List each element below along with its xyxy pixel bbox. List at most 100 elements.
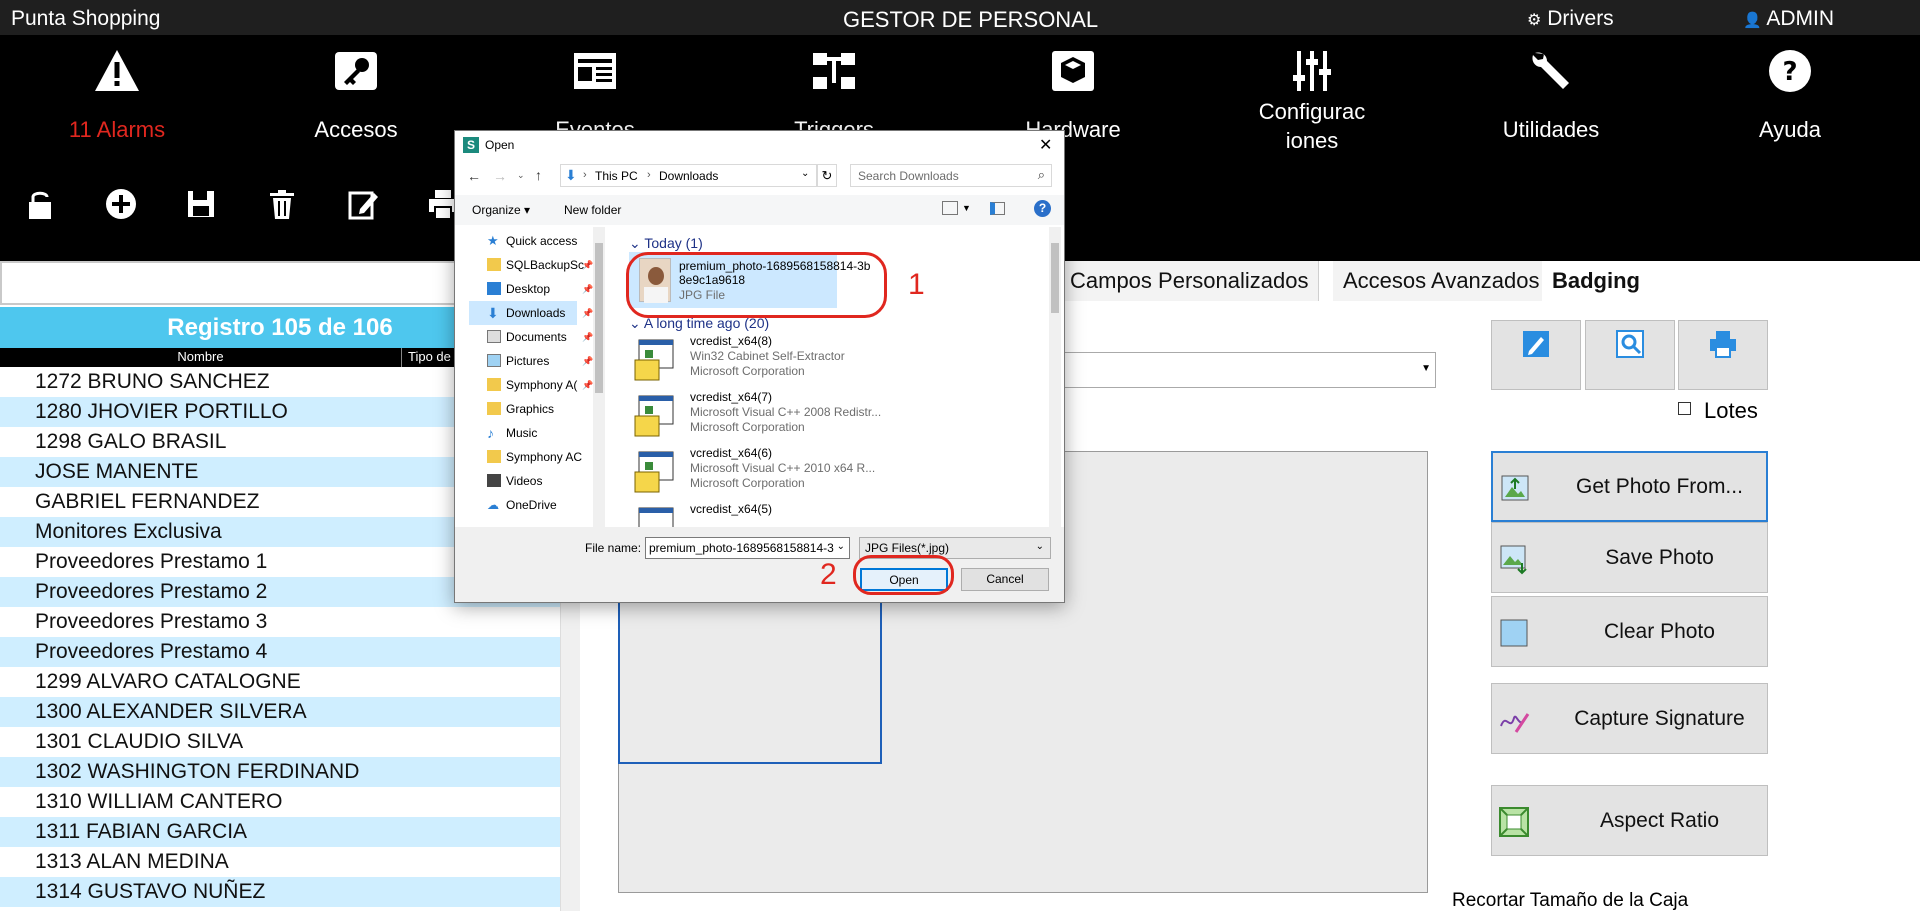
ayuda-label: Ayuda xyxy=(1759,117,1821,142)
hardware-box-icon xyxy=(1052,51,1094,91)
list-item[interactable]: 1313 ALAN MEDINA xyxy=(0,847,560,877)
drivers-menu[interactable]: ⚙ Drivers xyxy=(1527,7,1614,31)
navigation-pane: ★ Quick access SQLBackupSc 📌 Desktop 📌 ⬇ Dow… xyxy=(455,227,610,527)
nav-downloads[interactable]: ⬇ Downloads 📌 xyxy=(469,301,593,325)
ribbon-utilidades[interactable]: Utilidades xyxy=(1451,47,1651,144)
aspect-ratio-label: Aspect Ratio xyxy=(1599,808,1720,832)
nav-scroll-thumb[interactable] xyxy=(595,243,603,393)
ribbon-ayuda[interactable]: ? Ayuda xyxy=(1690,47,1890,144)
annotation-ellipse-2 xyxy=(853,555,954,595)
search-downloads-input[interactable]: Search Downloads ⌕ xyxy=(850,164,1052,187)
ribbon-alarms[interactable]: 11 Alarms xyxy=(17,47,217,144)
nav-scrollbar[interactable] xyxy=(593,227,605,527)
file-name-label: File name: xyxy=(585,541,642,555)
preview-pane-icon[interactable] xyxy=(990,202,1005,215)
address-dropdown-icon[interactable]: ⌄ xyxy=(801,168,809,179)
organize-button[interactable]: Organize ▾ xyxy=(472,203,530,217)
get-photo-button[interactable]: Get Photo From... xyxy=(1491,451,1768,522)
refresh-icon[interactable]: ↻ xyxy=(817,164,837,187)
aspect-ratio-button[interactable]: Aspect Ratio xyxy=(1491,785,1768,856)
user-label: ADMIN xyxy=(1766,7,1835,30)
drivers-label: Drivers xyxy=(1547,7,1614,30)
wrench-icon xyxy=(1532,52,1569,89)
help-icon[interactable]: ? xyxy=(1034,200,1051,217)
open-file-dialog: S Open ✕ ← → ⌄ ↑ ⬇ › This PC › Downloads… xyxy=(454,130,1065,603)
app-title: GESTOR DE PERSONAL xyxy=(843,7,1099,32)
save-photo-button[interactable]: Save Photo xyxy=(1491,522,1768,593)
ribbon-accesos[interactable]: Accesos xyxy=(256,47,456,144)
utilidades-label: Utilidades xyxy=(1502,117,1600,142)
annotation-number-2: 2 xyxy=(820,558,837,591)
pin-icon: 📌 xyxy=(582,308,594,318)
file-list-scrollbar[interactable] xyxy=(1049,227,1061,527)
list-item[interactable]: 1299 ALVARO CATALOGNE xyxy=(0,667,560,697)
sliders-icon xyxy=(1293,51,1331,91)
dropdown-arrow-icon: ▼ xyxy=(1421,363,1431,374)
get-photo-label: Get Photo From... xyxy=(1576,474,1743,498)
help-icon: ? xyxy=(1769,50,1811,92)
capture-signature-button[interactable]: Capture Signature xyxy=(1491,683,1768,754)
print-badge-button[interactable] xyxy=(1678,320,1768,390)
downloads-arrow-icon: ⬇ xyxy=(565,167,577,183)
documents-icon xyxy=(487,330,501,343)
list-item[interactable]: 1302 WASHINGTON FERDINAND xyxy=(0,757,560,787)
ribbon-configuraciones[interactable]: Configurac iones xyxy=(1212,47,1412,155)
photo-frame[interactable] xyxy=(618,600,882,764)
clear-photo-button[interactable]: Clear Photo xyxy=(1491,596,1768,667)
breadcrumb-downloads[interactable]: Downloads xyxy=(659,169,718,183)
file-scroll-thumb[interactable] xyxy=(1051,243,1059,313)
list-item[interactable]: 1314 GUSTAVO NUÑEZ xyxy=(0,877,560,907)
tab-campos-personalizados[interactable]: Campos Personalizados xyxy=(1060,261,1320,301)
breadcrumb-this-pc[interactable]: This PC xyxy=(595,169,638,183)
add-icon[interactable] xyxy=(104,187,138,221)
key-card-icon xyxy=(335,52,377,90)
search-icon: ⌕ xyxy=(1037,167,1045,182)
list-item[interactable]: 1311 FABIAN GARCIA xyxy=(0,817,560,847)
list-item[interactable]: 1301 CLAUDIO SILVA xyxy=(0,727,560,757)
column-nombre[interactable]: Nombre xyxy=(0,349,401,364)
star-icon: ★ xyxy=(487,233,499,248)
recent-dropdown-icon[interactable]: ⌄ xyxy=(517,170,525,181)
address-bar[interactable]: ⬇ › This PC › Downloads ⌄ xyxy=(560,164,817,187)
close-icon[interactable]: ✕ xyxy=(1039,135,1052,155)
tab-accesos-avanzados[interactable]: Accesos Avanzados xyxy=(1333,261,1551,301)
svg-text:?: ? xyxy=(1782,57,1797,87)
lock-icon[interactable] xyxy=(23,187,57,221)
site-name: Punta Shopping xyxy=(11,7,161,30)
cancel-button[interactable]: Cancel xyxy=(961,568,1049,591)
view-dropdown-icon[interactable]: ▼ xyxy=(962,203,971,213)
up-icon[interactable]: ↑ xyxy=(535,167,542,183)
user-menu[interactable]: 👤 ADMIN xyxy=(1743,7,1834,31)
list-item[interactable]: Proveedores Prestamo 4 xyxy=(0,637,560,667)
list-item[interactable]: 1300 ALEXANDER SILVERA xyxy=(0,697,560,727)
back-icon[interactable]: ← xyxy=(467,168,481,184)
tab-badging[interactable]: Badging xyxy=(1542,261,1650,301)
command-bar: Organize ▾ New folder ▼ ? xyxy=(455,195,1064,225)
edit-badge-button[interactable] xyxy=(1491,320,1581,390)
group-today[interactable]: ⌄ Today (1) xyxy=(629,235,703,252)
blank-photo-icon xyxy=(1500,619,1528,647)
lotes-checkbox[interactable] xyxy=(1678,402,1691,415)
column-tipo[interactable]: Tipo de xyxy=(408,349,451,364)
preview-badge-button[interactable] xyxy=(1585,320,1675,390)
file-name-input[interactable]: premium_photo-1689568158814-3 ⌄ xyxy=(645,537,850,559)
alarms-label: 11 Alarms xyxy=(68,117,166,142)
view-options-icon[interactable] xyxy=(942,201,958,215)
delete-icon[interactable] xyxy=(265,187,299,221)
list-item[interactable]: 1310 WILLIAM CANTERO xyxy=(0,787,560,817)
chevron-down-icon[interactable]: ⌄ xyxy=(837,541,845,552)
signature-icon xyxy=(1500,713,1530,733)
edit-icon[interactable] xyxy=(346,187,380,221)
title-bar: Punta Shopping GESTOR DE PERSONAL ⚙ Driv… xyxy=(0,0,1920,35)
installer-icon xyxy=(634,339,674,381)
breadcrumb-sep-icon: › xyxy=(647,169,651,181)
pin-icon: 📌 xyxy=(582,380,594,390)
accesos-label: Accesos xyxy=(314,117,398,142)
import-photo-icon xyxy=(1501,475,1529,501)
lotes-label: Lotes xyxy=(1704,398,1758,423)
forward-icon[interactable]: → xyxy=(493,168,507,184)
save-icon[interactable] xyxy=(184,187,218,221)
desktop-icon xyxy=(487,282,501,295)
new-folder-button[interactable]: New folder xyxy=(564,203,621,217)
list-item[interactable]: Proveedores Prestamo 3 xyxy=(0,607,560,637)
